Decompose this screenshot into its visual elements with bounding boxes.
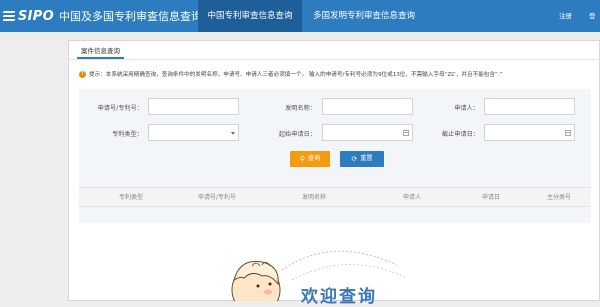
start-date-input[interactable] [322,124,413,141]
calendar-icon[interactable] [403,130,409,136]
end-date-input[interactable] [484,124,575,141]
tab-china-patent-query[interactable]: 中国专利审查信息查询 [198,0,302,32]
application-number-label: 申请号/专利号： [97,105,143,112]
search-icon: ⚲ [299,155,305,163]
tip-text: 提示：本系统采用精确查询，查询条件中的发明名称，申请号、申请人三者必须填一个。 … [89,72,503,78]
invention-name-input[interactable] [322,98,413,115]
applicant-input[interactable] [484,98,575,115]
tab-multi-country-query[interactable]: 多国发明专利审查信息查询 [302,0,426,32]
invention-name-label: 发明名称： [285,105,316,112]
login-link[interactable]: 登 [589,0,596,32]
welcome-text: 欢迎查询 [301,287,377,307]
top-navigation-bar: SIPO 中国及多国专利审查信息查询 中国专利审查信息查询 多国发明专利审查信息… [0,0,600,32]
site-title: 中国及多国专利审查信息查询 [58,10,202,23]
patent-type-label: 专利类型： [112,131,143,138]
start-date-label: 起始申请日： [278,131,316,138]
register-link[interactable]: 注册 [559,0,572,32]
applicant-label: 申请人： [454,105,479,112]
patent-type-select[interactable] [148,124,239,141]
brand-logo-text: SIPO [18,8,54,24]
results-table-header: 专利类型 申请号/专利号 发明名称 申请人 申请日 主分类号 [79,187,591,207]
calendar-icon[interactable] [565,130,571,136]
column-header-patent-type[interactable]: 专利类型 [119,188,143,208]
column-header-applicant[interactable]: 申请人 [403,188,421,208]
warning-icon: ! [79,70,86,78]
end-date-label: 截止申请日： [441,131,479,138]
query-tip: ! 提示：本系统采用精确查询，查询条件中的发明名称，申请号、申请人三者必须填一个… [79,69,503,79]
application-number-input[interactable] [148,98,239,115]
panel-divider [69,59,600,60]
refresh-icon: ⟳ [351,155,358,163]
brand[interactable]: SIPO 中国及多国专利审查信息查询 [2,7,202,25]
reset-button[interactable]: ⟳ 重置 [340,151,384,167]
column-header-main-classification[interactable]: 主分类号 [547,188,571,208]
sipo-logo-icon [2,9,16,23]
query-button[interactable]: ⚲ 查询 [290,151,330,167]
column-header-application-number[interactable]: 申请号/专利号 [198,188,236,208]
column-header-invention-name[interactable]: 发明名称 [302,188,326,208]
panel-tab-case-query[interactable]: 案件信息查询 [77,45,124,59]
column-header-filing-date[interactable]: 申请日 [482,188,500,208]
chevron-down-icon [231,132,235,135]
